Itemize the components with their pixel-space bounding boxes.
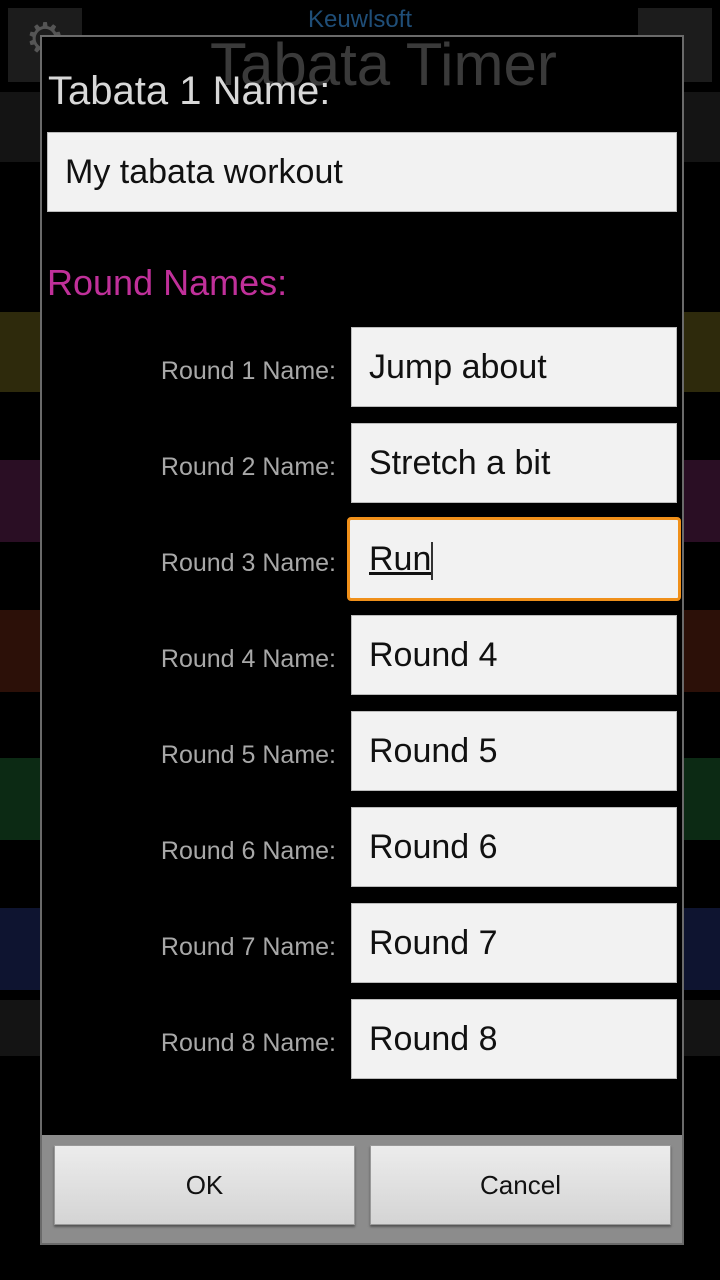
tabata-name-input[interactable]: My tabata workout — [47, 132, 677, 212]
round-3-label: Round 3 Name: — [160, 549, 336, 577]
ok-button[interactable]: OK — [54, 1145, 355, 1225]
dialog-button-bar: OK Cancel — [42, 1135, 682, 1243]
dialog-title: Tabata 1 Name: — [48, 69, 331, 113]
round-3-value: Run — [369, 540, 432, 578]
brand-label: Keuwlsoft — [307, 6, 413, 33]
round-7-input[interactable]: Round 7 — [351, 903, 677, 983]
round-6-input[interactable]: Round 6 — [351, 807, 677, 887]
round-2-input[interactable]: Stretch a bit — [351, 423, 677, 503]
round-names-heading: Round Names: — [47, 262, 288, 303]
cancel-button[interactable]: Cancel — [370, 1145, 671, 1225]
round-8-input[interactable]: Round 8 — [351, 999, 677, 1079]
tabata-name-dialog: Tabata 1 Name: My tabata workout Round N… — [40, 35, 684, 1245]
round-5-label: Round 5 Name: — [160, 741, 336, 769]
round-6-label: Round 6 Name: — [160, 837, 336, 865]
round-4-input[interactable]: Round 4 — [351, 615, 677, 695]
round-8-label: Round 8 Name: — [160, 1029, 336, 1057]
round-1-label: Round 1 Name: — [160, 357, 336, 385]
round-3-input[interactable]: Run — [347, 517, 681, 601]
round-2-label: Round 2 Name: — [160, 453, 336, 481]
round-5-input[interactable]: Round 5 — [351, 711, 677, 791]
round-1-input[interactable]: Jump about — [351, 327, 677, 407]
round-4-label: Round 4 Name: — [160, 645, 336, 673]
text-caret — [431, 542, 434, 581]
round-7-label: Round 7 Name: — [160, 933, 336, 961]
